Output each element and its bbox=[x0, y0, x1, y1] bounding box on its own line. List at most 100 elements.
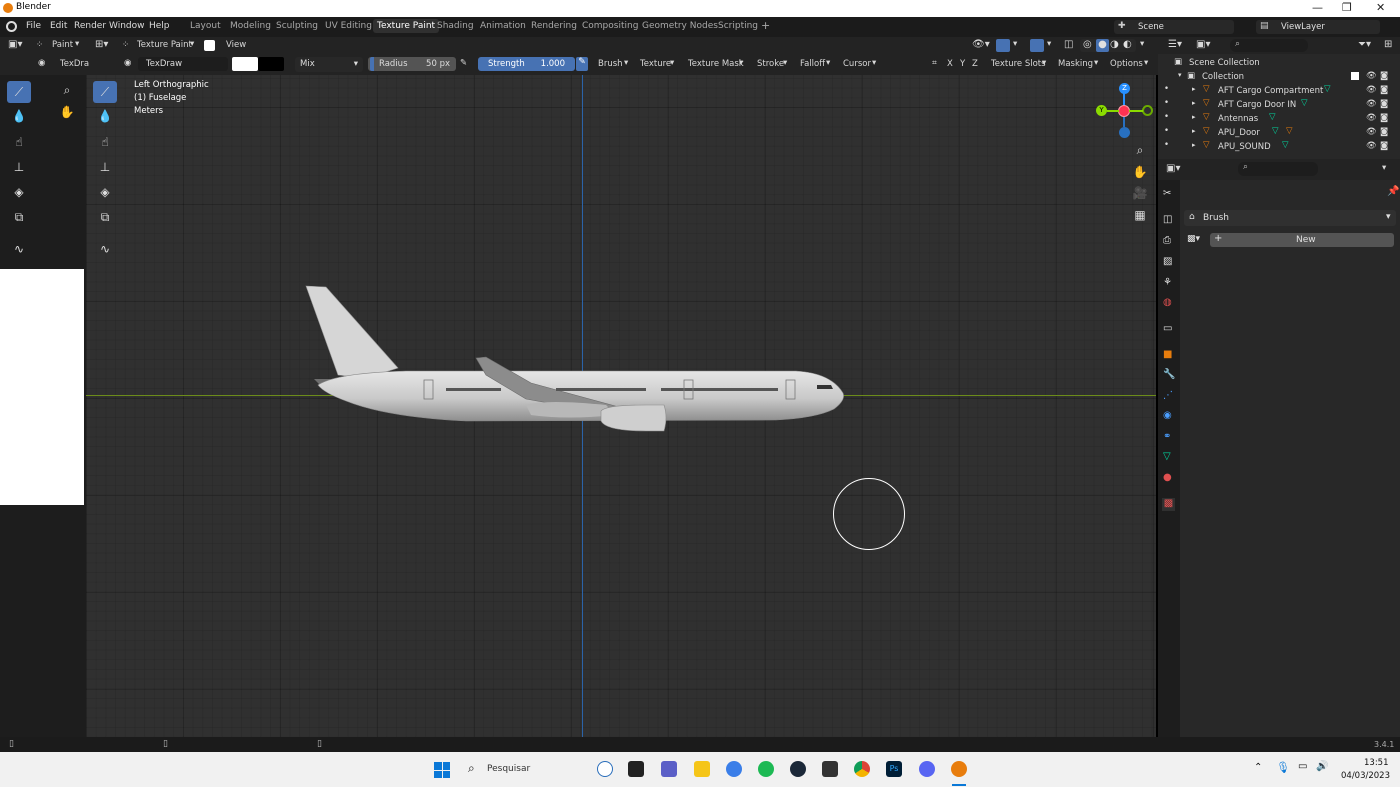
eye-icon[interactable]: 👁 bbox=[1366, 71, 1377, 81]
tab-layout[interactable]: Layout bbox=[190, 21, 221, 31]
outliner-row-scene-collection[interactable]: ▣ Scene Collection bbox=[1158, 56, 1400, 70]
texture-tab-icon[interactable]: ▩ bbox=[1162, 498, 1175, 511]
menu-falloff[interactable]: Falloff bbox=[800, 59, 825, 69]
eye-icon[interactable]: 👁 bbox=[1366, 85, 1377, 95]
texture-browse-button[interactable]: ▩▾ bbox=[1184, 232, 1212, 247]
menu-edit[interactable]: Edit bbox=[50, 21, 67, 31]
outliner-row-object[interactable]: • ▸ ▽ APU_SOUND ▽ 👁 ◙ bbox=[1158, 140, 1400, 154]
gizmo-neg-z-ball[interactable] bbox=[1119, 127, 1130, 138]
draw-brush-tool[interactable]: ⟋ bbox=[7, 81, 31, 103]
material-tab-icon[interactable]: ● bbox=[1163, 472, 1172, 483]
annotate-tool[interactable]: ∿ bbox=[7, 238, 31, 260]
clock-time[interactable]: 13:51 bbox=[1364, 758, 1389, 768]
tab-rendering[interactable]: Rendering bbox=[531, 21, 577, 31]
mask-toggle[interactable] bbox=[204, 40, 215, 51]
clock-date[interactable]: 04/03/2023 bbox=[1341, 771, 1390, 781]
world-tab-icon[interactable]: ◍ bbox=[1163, 297, 1172, 308]
menu-options[interactable]: Options bbox=[1110, 59, 1143, 69]
brush-panel-header[interactable]: ⌂ Brush ▾ bbox=[1184, 210, 1396, 226]
copilot-icon[interactable] bbox=[597, 761, 613, 777]
color-swatch-secondary[interactable] bbox=[258, 57, 284, 71]
menu-masking[interactable]: Masking bbox=[1058, 59, 1093, 69]
minimize-button[interactable]: — bbox=[1312, 1, 1323, 14]
camera-render-icon[interactable]: ◙ bbox=[1380, 141, 1388, 151]
visibility-icon[interactable]: 👁▾ bbox=[972, 39, 990, 50]
menu-file[interactable]: File bbox=[26, 21, 41, 31]
eye-icon[interactable]: 👁 bbox=[1366, 141, 1377, 151]
outliner-row-object[interactable]: • ▸ ▽ APU_Door ▽ ▽ 👁 ◙ bbox=[1158, 126, 1400, 140]
clone-tool[interactable]: ⊥ bbox=[7, 156, 31, 178]
output-tab-icon[interactable]: ⎙ bbox=[1163, 235, 1171, 246]
scene-tab-icon[interactable]: ⚘ bbox=[1163, 277, 1172, 288]
soften-tool[interactable]: 💧 bbox=[7, 105, 31, 127]
close-button[interactable]: ✕ bbox=[1376, 1, 1385, 14]
view-menu[interactable]: View bbox=[226, 40, 246, 50]
filter-icon[interactable]: ⏷▾ bbox=[1358, 39, 1371, 50]
eye-icon[interactable]: 👁 bbox=[1366, 127, 1377, 137]
camera-render-icon[interactable]: ◙ bbox=[1380, 113, 1388, 123]
outliner-row-collection[interactable]: ▾ ▣ Collection 👁 ◙ bbox=[1158, 70, 1400, 84]
taskbar-search[interactable]: Pesquisar bbox=[487, 764, 530, 774]
airplane-model[interactable] bbox=[86, 75, 1156, 737]
zoom-icon[interactable]: ⌕ bbox=[55, 79, 79, 101]
game-icon[interactable] bbox=[822, 761, 838, 777]
scene-selector[interactable]: ✚ Scene bbox=[1114, 20, 1234, 34]
discord-icon[interactable] bbox=[919, 761, 935, 777]
mask-tool[interactable]: ⧉ bbox=[7, 206, 31, 228]
gizmo-y-ball[interactable]: Y bbox=[1096, 105, 1107, 116]
viewport-mode-dropdown[interactable]: Texture Paint bbox=[137, 40, 192, 50]
gizmo-neg-y-ball[interactable] bbox=[1142, 105, 1153, 116]
tab-shading[interactable]: Shading bbox=[437, 21, 474, 31]
mirror-z-toggle[interactable]: Z bbox=[972, 59, 978, 69]
outliner-editor-icon[interactable]: ☰▾ bbox=[1168, 39, 1182, 50]
strength-pressure-icon[interactable]: ✎ bbox=[576, 57, 588, 71]
menu-help[interactable]: Help bbox=[149, 21, 170, 31]
mirror-x-toggle[interactable]: X bbox=[947, 59, 953, 69]
tab-sculpting[interactable]: Sculpting bbox=[276, 21, 318, 31]
render-tab-icon[interactable]: ◫ bbox=[1163, 214, 1172, 225]
new-texture-button[interactable]: + New bbox=[1210, 233, 1394, 247]
navigation-gizmo[interactable]: Z Y bbox=[1096, 83, 1154, 139]
add-workspace-button[interactable]: + bbox=[761, 19, 770, 32]
display-mode-icon[interactable]: ▣▾ bbox=[1196, 39, 1210, 50]
view-layer-tab-icon[interactable]: ▨ bbox=[1163, 256, 1172, 267]
camera-render-icon[interactable]: ◙ bbox=[1380, 99, 1388, 109]
image-canvas[interactable] bbox=[0, 269, 84, 505]
search-icon[interactable]: ⌕ bbox=[468, 761, 475, 776]
outliner-row-object[interactable]: • ▸ ▽ AFT Cargo Door IN ▽ 👁 ◙ bbox=[1158, 98, 1400, 112]
properties-editor-icon[interactable]: ▣▾ bbox=[1166, 163, 1180, 174]
tab-uv-editing[interactable]: UV Editing bbox=[325, 21, 372, 31]
file-explorer-icon[interactable] bbox=[694, 761, 710, 777]
volume-icon[interactable]: 🔊 bbox=[1316, 761, 1328, 772]
grid-icon[interactable]: ▦ bbox=[1128, 204, 1152, 226]
solid-shading-icon[interactable]: ● bbox=[1096, 39, 1109, 52]
menu-texture-mask[interactable]: Texture Mask bbox=[688, 59, 744, 69]
blender-taskbar-icon[interactable] bbox=[951, 761, 967, 777]
viewport-editor-type-icon[interactable]: ⊞▾ bbox=[95, 39, 108, 50]
mirror-y-toggle[interactable]: Y bbox=[960, 59, 965, 69]
photoshop-icon[interactable]: Ps bbox=[886, 761, 902, 777]
exclude-checkbox[interactable] bbox=[1351, 72, 1359, 80]
physics-tab-icon[interactable]: ◉ bbox=[1163, 410, 1172, 421]
pressure-icon[interactable]: ✎ bbox=[460, 58, 467, 68]
object-tab-icon[interactable]: ■ bbox=[1163, 349, 1172, 360]
zoom-icon[interactable]: ⌕ bbox=[1128, 139, 1152, 161]
smear-tool[interactable]: ☝ bbox=[7, 131, 31, 153]
camera-render-icon[interactable]: ◙ bbox=[1380, 71, 1388, 81]
tab-modeling[interactable]: Modeling bbox=[230, 21, 271, 31]
microphone-icon[interactable]: 🎙 bbox=[1276, 761, 1290, 774]
properties-search-input[interactable]: ⌕ bbox=[1238, 162, 1318, 176]
shading-modes[interactable]: ◎ ● ◑ ◐ bbox=[1080, 39, 1136, 52]
3d-viewport[interactable]: ⟋ 💧 ☝ ⊥ ◈ ⧉ ∿ Left Orthographic (1) Fuse… bbox=[86, 75, 1156, 737]
menu-texture[interactable]: Texture bbox=[640, 59, 671, 69]
network-icon[interactable]: ▭ bbox=[1298, 761, 1307, 772]
tab-compositing[interactable]: Compositing bbox=[582, 21, 638, 31]
chevron-up-icon[interactable]: ⌃ bbox=[1254, 762, 1262, 773]
spotify-icon[interactable] bbox=[758, 761, 774, 777]
chrome-icon[interactable] bbox=[854, 761, 870, 777]
gizmo-toggle[interactable] bbox=[996, 39, 1010, 52]
fill-tool[interactable]: ◈ bbox=[7, 181, 31, 203]
constraints-tab-icon[interactable]: ⚭ bbox=[1163, 431, 1171, 442]
windows-start-icon[interactable] bbox=[434, 762, 450, 778]
material-shading-icon[interactable]: ◑ bbox=[1110, 39, 1119, 50]
